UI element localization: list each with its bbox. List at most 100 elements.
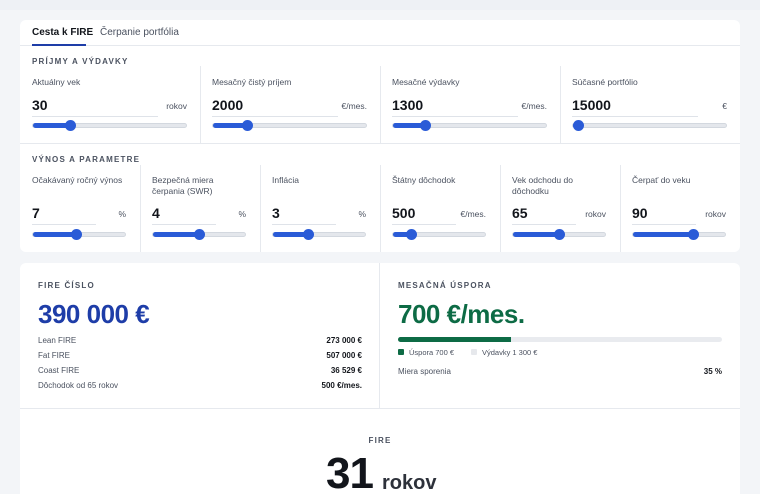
lean-fire-value: 273 000 € xyxy=(326,336,362,345)
field-divider xyxy=(380,165,381,252)
drawdown-until-age-slider-fill xyxy=(633,232,693,237)
savings-progress-bar xyxy=(398,337,722,342)
drawdown-until-age-slider-thumb[interactable] xyxy=(687,229,699,240)
field-divider xyxy=(560,66,561,143)
safe-withdrawal-rate-label: Bezpečná miera čerpania (SWR) xyxy=(152,175,214,196)
current-portfolio-input-underline xyxy=(572,116,698,117)
active-tab-indicator xyxy=(32,44,86,46)
net-income-label: Mesačný čistý príjem xyxy=(212,77,292,87)
state-pension-unit: €/mes. xyxy=(460,209,486,219)
savings-rate-label: Miera sporenia xyxy=(398,367,451,376)
expected-return-unit: % xyxy=(118,209,126,219)
drawdown-until-age-input-underline xyxy=(632,224,696,225)
net-income-input[interactable]: 2000 xyxy=(212,97,243,113)
field-divider xyxy=(260,165,261,252)
current-portfolio-label: Súčasné portfólio xyxy=(572,77,638,87)
current-portfolio-slider-thumb[interactable] xyxy=(572,120,584,131)
savings-rate-value: 35 % xyxy=(703,367,722,376)
state-pension-slider[interactable] xyxy=(392,229,486,240)
pension-from-65-label: Dôchodok od 65 rokov xyxy=(38,381,119,390)
retirement-age-slider-thumb[interactable] xyxy=(554,229,565,240)
monthly-expenses-input[interactable]: 1300 xyxy=(392,97,423,113)
net-income-input-underline xyxy=(212,116,338,117)
current-age-label: Aktuálny vek xyxy=(32,77,81,87)
retirement-age-input[interactable]: 65 xyxy=(512,205,528,221)
fat-fire-label: Fat FIRE xyxy=(38,351,71,360)
drawdown-until-age-input[interactable]: 90 xyxy=(632,205,648,221)
state-pension-input[interactable]: 500 xyxy=(392,205,415,221)
safe-withdrawal-rate-field: Bezpečná miera čerpania (SWR) 4% xyxy=(152,175,246,245)
drawdown-until-age-unit: rokov xyxy=(705,209,726,219)
state-pension-field: Štátny dôchodok 500 €/mes. xyxy=(392,175,486,245)
input-card: Cesta k FIRE Čerpanie portfólia PRÍJMY A… xyxy=(20,20,740,252)
current-age-slider[interactable] xyxy=(32,120,187,131)
expected-return-label: Očakávaný ročný výnos xyxy=(32,175,123,185)
net-income-slider-thumb[interactable] xyxy=(241,120,253,131)
tab-fire-path[interactable]: Cesta k FIRE xyxy=(32,27,93,38)
current-age-unit: rokov xyxy=(166,101,187,111)
retirement-age-field: Vek odchodu do dôchodku 65 rokov xyxy=(512,175,606,245)
safe-withdrawal-rate-input[interactable]: 4 xyxy=(152,205,160,221)
drawdown-until-age-slider[interactable] xyxy=(632,229,726,240)
current-portfolio-slider[interactable] xyxy=(572,120,727,131)
retirement-age-unit: rokov xyxy=(585,209,606,219)
current-portfolio-unit: € xyxy=(722,101,727,111)
inflation-input-underline xyxy=(272,224,336,225)
tab-portfolio-drawdown[interactable]: Čerpanie portfólia xyxy=(100,27,179,38)
field-divider xyxy=(620,165,621,252)
legend-expenses-label: Výdavky 1 300 € xyxy=(482,348,538,357)
safe-withdrawal-rate-slider-thumb[interactable] xyxy=(194,229,205,240)
field-divider xyxy=(140,165,141,252)
net-income-field: Mesačný čistý príjem 2000 €/mes. xyxy=(212,77,367,137)
results-divider xyxy=(379,263,380,408)
coast-fire-label: Coast FIRE xyxy=(38,366,80,375)
fire-age-title: FIRE xyxy=(368,436,392,445)
inflation-unit: % xyxy=(358,209,366,219)
state-pension-input-underline xyxy=(392,224,456,225)
current-portfolio-field: Súčasné portfólio 15000 € xyxy=(572,77,727,137)
expected-return-slider-thumb[interactable] xyxy=(71,229,83,240)
coast-fire-value: 36 529 € xyxy=(330,366,362,375)
field-divider xyxy=(380,66,381,143)
fire-number-title: FIRE ČÍSLO xyxy=(38,281,95,290)
legend-savings-label: Úspora 700 € xyxy=(409,348,455,357)
current-age-input-underline xyxy=(32,116,158,117)
lean-fire-label: Lean FIRE xyxy=(38,336,77,345)
retirement-age-input-underline xyxy=(512,224,576,225)
inflation-field: Inflácia 3% xyxy=(272,175,366,245)
fat-fire-value: 507 000 € xyxy=(326,351,362,360)
results-card: FIRE ČÍSLO 390 000 € Lean FIRE 273 000 € F… xyxy=(20,263,740,494)
state-pension-slider-thumb[interactable] xyxy=(406,229,418,240)
savings-progress-fill xyxy=(398,337,512,342)
expected-return-input[interactable]: 7 xyxy=(32,205,40,221)
fire-number-value: 390 000 € xyxy=(38,299,150,329)
legend-savings-swatch xyxy=(398,349,404,355)
net-income-unit: €/mes. xyxy=(341,101,367,111)
pension-from-65-value: 500 €/mes. xyxy=(321,381,362,390)
expected-return-field: Očakávaný ročný výnos 7% xyxy=(32,175,126,245)
monthly-expenses-slider-thumb[interactable] xyxy=(420,120,432,131)
fire-age-unit: rokov xyxy=(382,472,437,494)
inflation-slider-thumb[interactable] xyxy=(302,229,314,240)
monthly-expenses-slider[interactable] xyxy=(392,120,547,131)
tab-bar: Cesta k FIRE Čerpanie portfólia xyxy=(20,20,740,46)
state-pension-label: Štátny dôchodok xyxy=(392,175,456,185)
inflation-slider[interactable] xyxy=(272,229,366,240)
safe-withdrawal-rate-slider-fill xyxy=(153,232,199,237)
safe-withdrawal-rate-slider[interactable] xyxy=(152,229,246,240)
monthly-expenses-label: Mesačné výdavky xyxy=(392,77,460,87)
retirement-age-slider-fill xyxy=(513,232,559,237)
retirement-age-slider[interactable] xyxy=(512,229,606,240)
expected-return-slider[interactable] xyxy=(32,229,126,240)
current-age-slider-thumb[interactable] xyxy=(64,120,76,131)
monthly-expenses-input-underline xyxy=(392,116,518,117)
current-portfolio-input[interactable]: 15000 xyxy=(572,97,611,113)
drawdown-until-age-field: Čerpať do veku 90 rokov xyxy=(632,175,726,245)
safe-withdrawal-rate-unit: % xyxy=(238,209,246,219)
inflation-input[interactable]: 3 xyxy=(272,205,280,221)
net-income-slider[interactable] xyxy=(212,120,367,131)
current-age-input[interactable]: 30 xyxy=(32,97,48,113)
inflation-label: Inflácia xyxy=(272,175,299,185)
monthly-savings-title: MESAČNÁ ÚSPORA xyxy=(398,281,492,290)
expected-return-slider-fill xyxy=(33,232,77,237)
